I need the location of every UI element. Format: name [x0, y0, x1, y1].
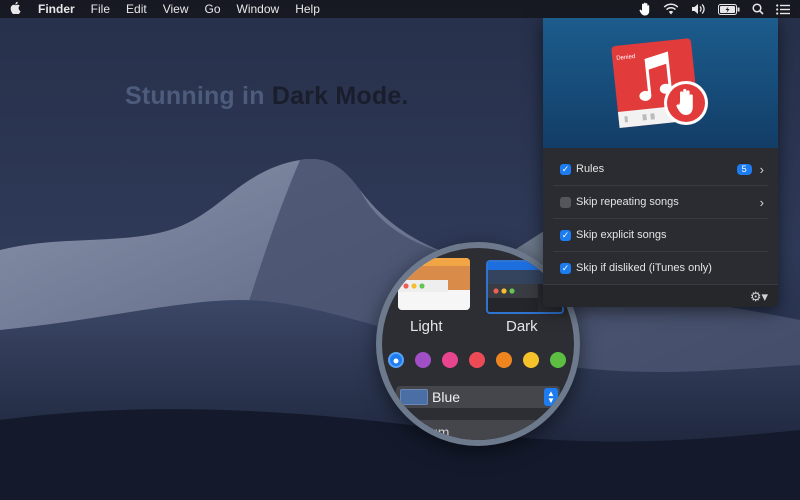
- skip-explicit-label: Skip explicit songs: [576, 229, 667, 241]
- popover-hero: Denied: [543, 18, 778, 148]
- accent-color-red[interactable]: [469, 352, 485, 368]
- gear-icon[interactable]: ⚙▾: [750, 289, 768, 305]
- accent-color-pink[interactable]: [442, 352, 458, 368]
- menu-file[interactable]: File: [83, 0, 118, 18]
- skip-disliked-label: Skip if disliked (iTunes only): [576, 262, 712, 274]
- rules-label: Rules: [576, 163, 605, 175]
- wifi-icon[interactable]: [663, 3, 679, 15]
- menu-go[interactable]: Go: [197, 0, 229, 18]
- accent-color-yellow[interactable]: [523, 352, 539, 368]
- highlight-color-value: Blue: [432, 389, 461, 405]
- notification-center-icon[interactable]: [776, 3, 790, 15]
- skip-repeating-checkbox[interactable]: [560, 196, 571, 208]
- light-appearance-thumbnail[interactable]: [398, 258, 470, 310]
- accent-color-blue[interactable]: [388, 352, 404, 368]
- chevron-right-icon[interactable]: ›: [760, 195, 764, 210]
- menu-edit[interactable]: Edit: [118, 0, 155, 18]
- skip-repeating-label: Skip repeating songs: [576, 196, 679, 208]
- battery-icon[interactable]: [718, 3, 740, 15]
- apple-menu-icon[interactable]: [0, 1, 30, 17]
- accent-color-green[interactable]: [550, 352, 566, 368]
- chevron-right-icon[interactable]: ›: [760, 162, 764, 177]
- row-skip-repeating[interactable]: Skip repeating songs ›: [553, 186, 768, 219]
- menu-window[interactable]: Window: [229, 0, 288, 18]
- accent-color-purple[interactable]: [415, 352, 431, 368]
- dark-label: Dark: [506, 318, 538, 335]
- app-logo-music-stop-icon: Denied: [611, 38, 708, 128]
- select-stepper-icon[interactable]: ▲ ▼: [544, 388, 558, 406]
- row-skip-explicit[interactable]: ✓ Skip explicit songs: [553, 219, 768, 252]
- spotlight-search-icon[interactable]: [752, 3, 764, 15]
- menu-view[interactable]: View: [155, 0, 197, 18]
- volume-icon[interactable]: [691, 3, 706, 15]
- menu-app-name[interactable]: Finder: [30, 0, 83, 18]
- skip-disliked-checkbox[interactable]: ✓: [560, 262, 571, 274]
- menu-extras: [639, 2, 800, 16]
- row-rules[interactable]: ✓ Rules 5 ›: [553, 153, 768, 186]
- popover-options-list: ✓ Rules 5 › Skip repeating songs › ✓ Ski…: [543, 148, 778, 284]
- menu-bar: Finder File Edit View Go Window Help: [0, 0, 800, 18]
- highlight-color-swatch: [400, 389, 428, 405]
- row-skip-disliked[interactable]: ✓ Skip if disliked (iTunes only): [553, 252, 768, 284]
- popover-footer: ⚙▾: [543, 284, 778, 307]
- highlight-color-select[interactable]: Blue ▲ ▼: [396, 386, 560, 408]
- skip-explicit-checkbox[interactable]: ✓: [560, 229, 571, 241]
- rules-checkbox[interactable]: ✓: [560, 163, 571, 175]
- light-label: Light: [410, 318, 443, 335]
- app-popover: Denied ✓ Rules 5 › Skip repeating songs …: [543, 18, 778, 307]
- rules-count-badge: 5: [736, 163, 752, 175]
- hand-stop-icon[interactable]: [639, 2, 651, 16]
- accent-color-orange[interactable]: [496, 352, 512, 368]
- menu-help[interactable]: Help: [287, 0, 328, 18]
